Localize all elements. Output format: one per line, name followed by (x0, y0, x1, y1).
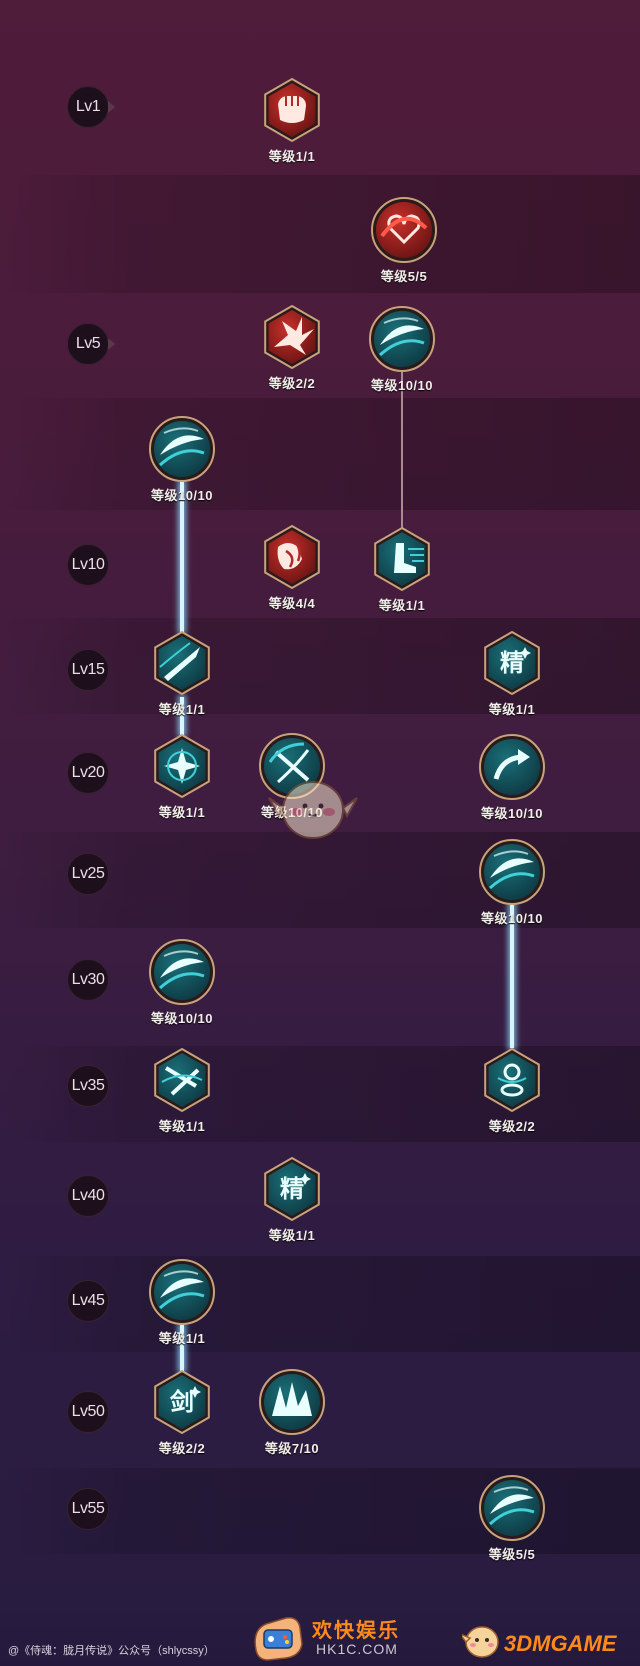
skill-level-label: 等级10/10 (150, 488, 214, 503)
skill-level-label: 等级10/10 (370, 378, 434, 393)
blade-arc-icon (479, 1475, 545, 1541)
skill-node[interactable]: 等级10/10 (342, 304, 462, 394)
slash-icon (154, 630, 210, 696)
skill-level-label: 等级5/5 (488, 1547, 536, 1562)
skill-level-label: 等级1/1 (158, 805, 206, 820)
skill-level-label: 等级1/1 (158, 1119, 206, 1134)
crescent-icon (479, 839, 545, 905)
level-marker-label: Lv10 (71, 556, 105, 573)
star-burst-icon (154, 733, 210, 799)
skill-level-label: 等级1/1 (158, 1331, 206, 1346)
skill-level-label: 等级2/2 (488, 1119, 536, 1134)
heart-swirl-icon (371, 197, 437, 263)
level-marker-lv35: Lv35 (67, 1065, 109, 1107)
skill-node[interactable]: 精等级1/1 (232, 1154, 352, 1244)
row-band (0, 398, 640, 510)
skill-tree-canvas: Lv1 Lv5 Lv10 Lv15 Lv20 Lv25 Lv30 Lv35 Lv40 Lv45 Lv… (0, 0, 640, 1666)
footer-credit: @《侍魂：胧月传说》公众号（shlycssy） (8, 1645, 215, 1657)
logo1-cn: 欢快娱乐 (312, 1620, 400, 1642)
essence-glyph-icon: 精 (484, 630, 540, 696)
skill-node[interactable]: 等级7/10 (232, 1367, 352, 1457)
skill-node[interactable]: 等级1/1 (122, 1045, 242, 1135)
sword-glyph-icon: 剑 (154, 1369, 210, 1435)
skill-node[interactable]: 等级1/1 (122, 731, 242, 821)
skill-node[interactable]: 等级2/2 (452, 1045, 572, 1135)
skill-level-label: 等级4/4 (268, 596, 316, 611)
level-marker-lv50: Lv50 (67, 1391, 109, 1433)
skill-node[interactable]: 等级5/5 (452, 1473, 572, 1563)
level-marker-label: Lv1 (75, 98, 101, 115)
skill-node[interactable]: 剑等级2/2 (122, 1367, 242, 1457)
skill-node[interactable]: 等级1/1 (122, 628, 242, 718)
essence-glyph-icon: 精 (264, 1156, 320, 1222)
skill-level-label: 等级1/1 (268, 149, 316, 164)
level-marker-lv30: Lv30 (67, 959, 109, 1001)
skill-node[interactable]: 等级4/4 (232, 522, 352, 612)
level-marker-label: Lv15 (71, 661, 105, 678)
level-marker-lv20: Lv20 (67, 752, 109, 794)
skill-node[interactable]: 等级10/10 (452, 732, 572, 822)
skill-level-label: 等级1/1 (488, 702, 536, 717)
sweep-icon (149, 939, 215, 1005)
skill-level-label: 等级10/10 (480, 806, 544, 821)
level-marker-lv25: Lv25 (67, 853, 109, 895)
level-marker-label: Lv5 (75, 335, 101, 352)
skill-node[interactable]: 等级10/10 (122, 937, 242, 1027)
fist-icon (264, 77, 320, 143)
spikes-icon (259, 1369, 325, 1435)
level-arrow-icon (108, 338, 115, 350)
skill-level-label: 等级7/10 (264, 1441, 320, 1456)
level-marker-label: Lv30 (71, 971, 105, 988)
level-marker-lv40: Lv40 (67, 1175, 109, 1217)
level-marker-label: Lv50 (71, 1403, 105, 1420)
skill-node[interactable]: 等级5/5 (344, 195, 464, 285)
skill-level-label: 等级10/10 (150, 1011, 214, 1026)
skill-node[interactable]: 精等级1/1 (452, 628, 572, 718)
level-marker-label: Lv20 (71, 764, 105, 781)
curve-arrow-icon (479, 734, 545, 800)
skill-node[interactable]: 等级1/1 (122, 1257, 242, 1347)
level-marker-label: Lv25 (71, 865, 105, 882)
potion-icon (484, 1047, 540, 1113)
skill-connector-line (401, 372, 403, 528)
dash-foot-icon (374, 526, 430, 592)
level-marker-lv45: Lv45 (67, 1280, 109, 1322)
skill-connector-line (180, 482, 184, 632)
level-marker-lv15: Lv15 (67, 649, 109, 691)
level-marker-lv10: Lv10 (67, 544, 109, 586)
skill-level-label: 等级2/2 (268, 376, 316, 391)
level-marker-lv1: Lv1 (67, 86, 115, 128)
logo1-en: HK1C.COM (316, 1641, 398, 1657)
skill-level-label: 等级1/1 (268, 1228, 316, 1243)
twin-blade-icon (154, 1047, 210, 1113)
skill-node[interactable]: 等级10/10 (122, 414, 242, 504)
skill-level-label: 等级5/5 (380, 269, 428, 284)
level-marker-lv55: Lv55 (67, 1488, 109, 1530)
level-arrow-icon (108, 101, 115, 113)
logo2-text: 3DMGAME (504, 1631, 617, 1656)
level-marker-lv5: Lv5 (67, 323, 115, 365)
mascot-logo-icon (462, 1626, 499, 1658)
skill-level-label: 等级10/10 (480, 911, 544, 926)
level-marker-label: Lv55 (71, 1500, 105, 1517)
gamepad-hand-logo-icon (254, 1616, 303, 1661)
grapple-icon (264, 524, 320, 590)
skill-node[interactable]: 等级1/1 (342, 524, 462, 614)
row-band (0, 175, 640, 293)
wave-crest-icon (149, 416, 215, 482)
wave-icon (369, 306, 435, 372)
level-marker-label: Lv45 (71, 1292, 105, 1309)
level-marker-label: Lv40 (71, 1187, 105, 1204)
mascot-watermark-icon (268, 781, 358, 839)
skill-level-label: 等级2/2 (158, 1441, 206, 1456)
skill-level-label: 等级1/1 (158, 702, 206, 717)
skill-level-label: 等级1/1 (378, 598, 426, 613)
skill-node[interactable]: 等级10/10 (452, 837, 572, 927)
skill-node[interactable]: 等级1/1 (232, 75, 352, 165)
burst-icon (264, 304, 320, 370)
level-marker-label: Lv35 (71, 1077, 105, 1094)
whirlwind-icon (149, 1259, 215, 1325)
skill-node[interactable]: 等级2/2 (232, 302, 352, 392)
